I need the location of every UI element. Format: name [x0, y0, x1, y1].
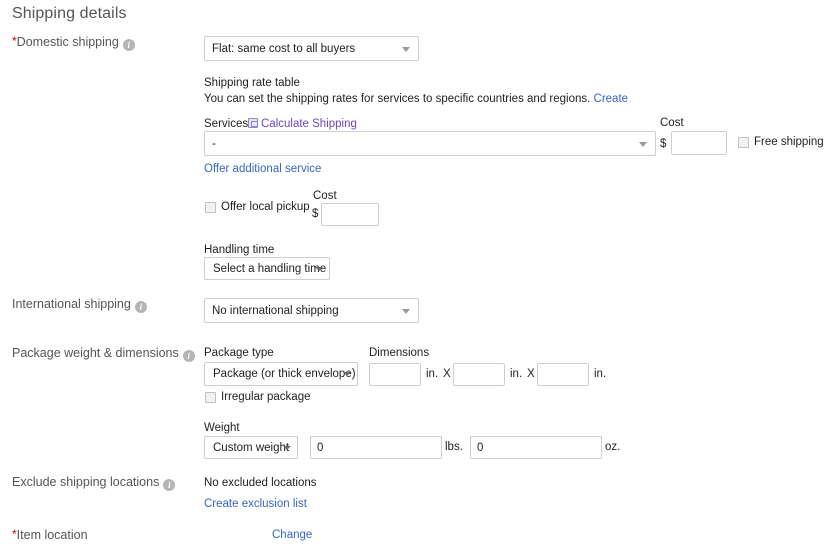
offer-local-pickup-checkbox[interactable]: [205, 202, 216, 213]
chevron-down-icon: [343, 372, 351, 376]
dimension-width-input[interactable]: [453, 363, 505, 386]
dimension-separator-1: X: [443, 368, 451, 380]
shipping-rate-table-description: You can set the shipping rates for servi…: [204, 93, 628, 105]
dimension-separator-2: X: [527, 368, 535, 380]
services-select-value: -: [212, 137, 216, 150]
package-weight-dimensions-label: Package weight & dimensions i: [12, 346, 195, 362]
services-label: Services: [204, 118, 249, 130]
offer-additional-service-link[interactable]: Offer additional service: [204, 163, 321, 175]
create-exclusion-list-link[interactable]: Create exclusion list: [204, 498, 307, 510]
international-shipping-label: International shipping i: [12, 297, 147, 313]
international-shipping-label-text: International shipping: [12, 297, 131, 311]
services-select[interactable]: -: [204, 131, 656, 156]
info-icon[interactable]: i: [134, 301, 147, 313]
irregular-package-label: Irregular package: [221, 391, 311, 403]
change-item-location-link[interactable]: Change: [272, 529, 312, 541]
handling-time-label: Handling time: [204, 244, 275, 256]
cost-currency-symbol: $: [660, 138, 667, 150]
local-pickup-cost-label: Cost: [313, 190, 337, 202]
calculator-icon[interactable]: [248, 118, 258, 128]
dimension-length-unit: in.: [426, 368, 439, 380]
page-title: Shipping details: [12, 5, 127, 22]
exclude-locations-label-text: Exclude shipping locations: [12, 475, 160, 489]
cost-label: Cost: [660, 117, 684, 129]
item-location-label: *Item location: [12, 528, 88, 542]
cost-input[interactable]: [671, 131, 727, 155]
dimensions-label: Dimensions: [369, 347, 430, 359]
local-pickup-cost-input[interactable]: [321, 203, 379, 226]
create-rate-table-link[interactable]: Create: [594, 93, 629, 105]
package-type-select-value: Package (or thick envelope): [213, 368, 356, 380]
handling-time-select-value: Select a handling time: [213, 262, 327, 275]
info-icon[interactable]: i: [163, 479, 176, 491]
package-label-text: Package weight & dimensions: [12, 346, 179, 360]
package-type-select[interactable]: Package (or thick envelope): [204, 362, 358, 386]
chevron-down-icon: [402, 308, 410, 314]
dimension-height-input[interactable]: [537, 363, 589, 386]
dimension-height-unit: in.: [594, 368, 607, 380]
chevron-down-icon: [402, 46, 410, 52]
free-shipping-checkbox[interactable]: [738, 137, 749, 148]
chevron-down-icon: [639, 141, 647, 147]
dimension-length-input[interactable]: [369, 363, 421, 386]
dimension-width-unit: in.: [510, 368, 523, 380]
exclude-shipping-locations-label: Exclude shipping locations i: [12, 475, 176, 491]
offer-local-pickup-label: Offer local pickup: [221, 201, 310, 213]
shipping-rate-table-heading: Shipping rate table: [204, 77, 300, 89]
domestic-shipping-select-value: Flat: same cost to all buyers: [212, 42, 356, 55]
chevron-down-icon: [283, 445, 291, 450]
shipping-details-page: Shipping details *Domestic shipping i Fla…: [0, 0, 834, 549]
rate-table-description-text: You can set the shipping rates for servi…: [204, 93, 591, 105]
weight-oz-input[interactable]: [470, 436, 602, 459]
international-shipping-select-value: No international shipping: [212, 304, 339, 317]
domestic-shipping-label: *Domestic shipping i: [12, 35, 135, 51]
calculate-shipping-link[interactable]: Calculate Shipping: [261, 118, 357, 130]
international-shipping-select[interactable]: No international shipping: [204, 298, 419, 323]
handling-time-select[interactable]: Select a handling time: [204, 257, 330, 280]
local-pickup-currency-symbol: $: [312, 208, 319, 220]
domestic-shipping-select[interactable]: Flat: same cost to all buyers: [204, 36, 419, 61]
weight-oz-unit: oz.: [605, 441, 621, 453]
item-location-label-text: Item location: [16, 528, 88, 542]
weight-lbs-unit: lbs.: [445, 441, 463, 453]
chevron-down-icon: [315, 266, 323, 271]
weight-lbs-input[interactable]: [310, 436, 442, 459]
domestic-shipping-label-text: Domestic shipping: [16, 35, 119, 49]
irregular-package-checkbox[interactable]: [205, 392, 216, 403]
weight-type-select-value: Custom weight: [213, 441, 290, 454]
info-icon[interactable]: i: [122, 39, 135, 51]
weight-label: Weight: [204, 422, 240, 434]
info-icon[interactable]: i: [182, 350, 195, 362]
weight-type-select[interactable]: Custom weight: [204, 436, 298, 459]
free-shipping-label: Free shipping: [754, 136, 824, 148]
excluded-locations-status: No excluded locations: [204, 477, 317, 489]
package-type-label: Package type: [204, 347, 274, 359]
